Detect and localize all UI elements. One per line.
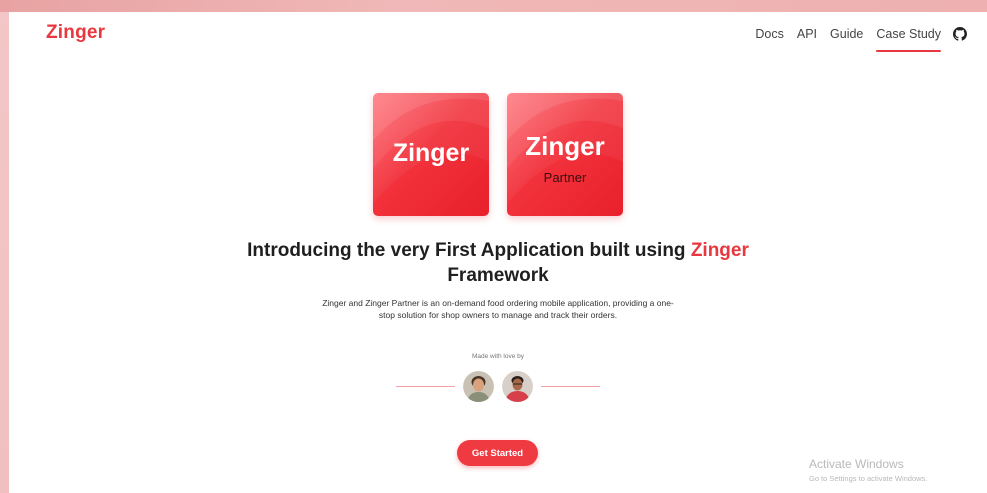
landing-page: Zinger Docs API Guide Case Study Zinger … [9, 12, 987, 493]
headline-prefix: Introducing the very First Application b… [247, 240, 686, 261]
headline-suffix: Framework [447, 265, 549, 286]
zinger-partner-logo-text: Zinger [525, 131, 605, 161]
developer-avatar-2[interactable] [502, 371, 533, 402]
windows-activation-watermark: Activate Windows Go to Settings to activ… [809, 457, 927, 483]
made-with-love-label: Made with love by [471, 353, 525, 360]
nav-link-guide[interactable]: Guide [830, 27, 863, 47]
app-logos: Zinger Zinger Partner [9, 93, 987, 216]
watermark-title: Activate Windows [809, 457, 904, 471]
nav-link-case-study[interactable]: Case Study [876, 27, 941, 52]
developer-avatar-1[interactable] [463, 371, 494, 402]
hero-headline: Introducing the very First Application b… [9, 238, 987, 288]
nav-link-api[interactable]: API [797, 27, 817, 47]
zinger-app-logo: Zinger [373, 93, 489, 216]
developer-avatars [9, 371, 987, 402]
zinger-logo-text: Zinger [392, 139, 470, 167]
nav-link-docs[interactable]: Docs [755, 27, 783, 47]
watermark-subtitle: Go to Settings to activate Windows. [809, 474, 928, 483]
get-started-button[interactable]: Get Started [457, 440, 538, 466]
brand-logo[interactable]: Zinger [46, 22, 105, 44]
browser-frame-top [0, 0, 987, 12]
hero-description: Zinger and Zinger Partner is an on-deman… [9, 297, 987, 321]
top-nav: Docs API Guide Case Study [742, 27, 967, 52]
avatar-divider-left [396, 385, 455, 388]
avatar-divider-right [541, 385, 600, 388]
partner-logo-subtitle: Partner [543, 170, 587, 185]
zinger-partner-logo: Zinger Partner [507, 93, 623, 216]
headline-accent: Zinger [690, 240, 749, 261]
description-line-1: Zinger and Zinger Partner is an on-deman… [322, 298, 674, 308]
github-icon[interactable] [953, 27, 967, 41]
description-line-2: stop solution for shop owners to manage … [378, 310, 618, 320]
